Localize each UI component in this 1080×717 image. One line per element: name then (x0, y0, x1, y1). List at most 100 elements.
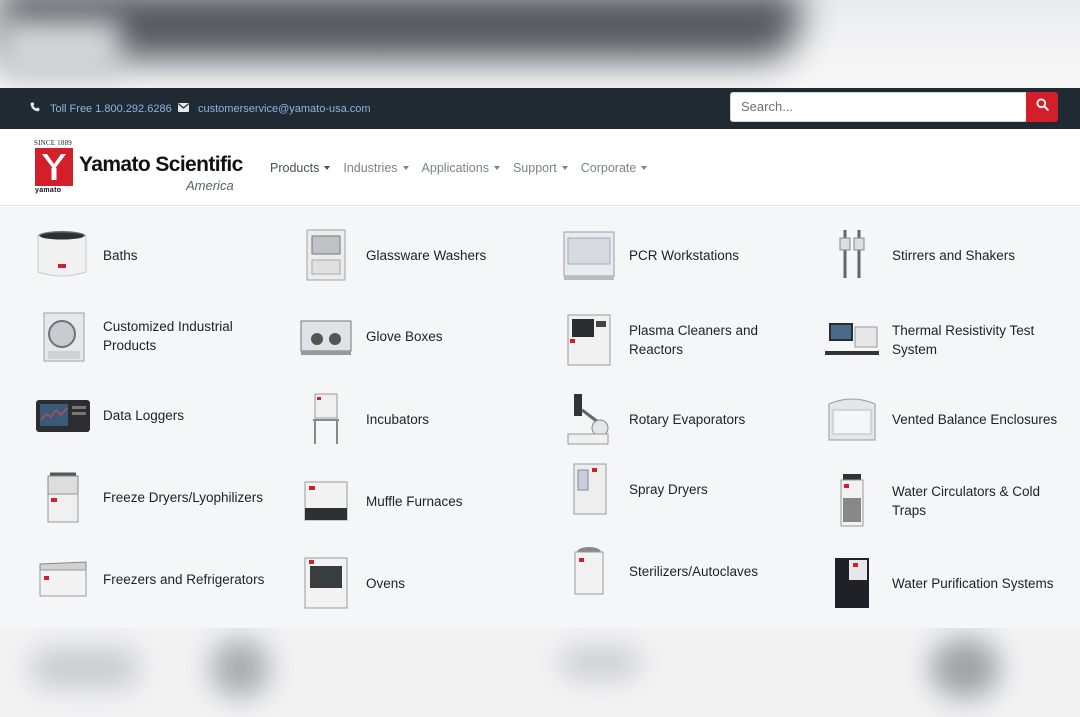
sterilizers-product-image (560, 542, 618, 600)
nav-products[interactable]: Products (270, 160, 331, 175)
blurred-shape (0, 20, 120, 80)
search-icon (1036, 98, 1049, 116)
menu-item-label: Glove Boxes (366, 328, 443, 344)
menu-item-muffle-furnaces[interactable]: Muffle Furnaces (297, 469, 547, 533)
search-button[interactable] (1026, 92, 1058, 122)
menu-item-freeze-dryers[interactable]: Freeze Dryers/Lyophilizers (34, 465, 284, 529)
site-header: SINCE 1889 yamato Yamato Scientific Amer… (0, 129, 1080, 206)
water-circulators-product-image (823, 472, 881, 530)
caret-down-icon (493, 166, 500, 170)
products-mega-menu: Baths Customized Industrial Products Dat… (0, 207, 1080, 628)
nav-label: Products (270, 160, 320, 175)
menu-item-rotary-evaporators[interactable]: Rotary Evaporators (560, 387, 810, 451)
incubators-product-image (297, 390, 355, 448)
menu-item-thermal-resistivity[interactable]: Thermal Resistivity Test System (823, 308, 1073, 372)
envelope-icon (178, 102, 189, 115)
menu-item-label: Muffle Furnaces (366, 493, 463, 509)
vented-balance-product-image (823, 390, 881, 448)
glassware-washers-product-image (297, 226, 355, 284)
baths-product-image (34, 226, 92, 284)
menu-item-label: Ovens (366, 575, 406, 591)
menu-item-glove-boxes[interactable]: Glove Boxes (297, 304, 547, 368)
menu-item-label: Stirrers and Shakers (892, 247, 1016, 263)
logo-brand-text: Yamato Scientific (79, 153, 243, 176)
nav-applications[interactable]: Applications (422, 161, 500, 175)
caret-down-icon (324, 166, 331, 170)
menu-item-label: Rotary Evaporators (629, 411, 746, 427)
caret-down-icon (402, 166, 409, 170)
blurred-shape (30, 648, 140, 688)
yamato-logo[interactable]: SINCE 1889 yamato Yamato Scientific Amer… (34, 139, 244, 197)
menu-item-baths[interactable]: Baths (34, 223, 284, 287)
menu-item-label: Freeze Dryers/Lyophilizers (103, 489, 264, 505)
muffle-furnaces-product-image (297, 472, 355, 530)
menu-item-stirrers-shakers[interactable]: Stirrers and Shakers (823, 223, 1073, 287)
blurred-shape (560, 648, 640, 678)
blurred-background-bottom (0, 628, 1080, 717)
menu-item-label: Freezers and Refrigerators (103, 571, 265, 587)
glove-boxes-product-image (297, 307, 355, 365)
logo-sub-text: America (186, 178, 234, 193)
plasma-cleaners-product-image (560, 311, 618, 369)
menu-item-label: PCR Workstations (629, 247, 740, 263)
customized-industrial-product-image (34, 307, 92, 365)
menu-item-label: Data Loggers (103, 407, 185, 423)
menu-item-label: Water Circulators & Cold Traps (892, 484, 1041, 518)
menu-item-label: Water Purification Systems (892, 575, 1054, 591)
menu-item-data-loggers[interactable]: Data Loggers (34, 383, 284, 447)
nav-label: Applications (421, 160, 489, 175)
freeze-dryers-product-image (34, 468, 92, 526)
menu-item-label: Baths (103, 247, 138, 263)
nav-support[interactable]: Support (513, 161, 568, 175)
menu-item-customized-industrial[interactable]: Customized Industrial Products (34, 304, 284, 368)
nav-label: Support (512, 160, 557, 175)
phone-text: Toll Free 1.800.292.6286 (50, 102, 172, 115)
blurred-shape (930, 638, 1000, 698)
blurred-shape (210, 638, 270, 698)
menu-item-glassware-washers[interactable]: Glassware Washers (297, 223, 547, 287)
menu-item-label: Plasma Cleaners and Reactors (629, 323, 759, 357)
menu-item-vented-balance[interactable]: Vented Balance Enclosures (823, 387, 1073, 451)
menu-item-label: Thermal Resistivity Test System (892, 323, 1035, 357)
spray-dryers-product-image (560, 460, 618, 518)
stirrers-shakers-product-image (823, 226, 881, 284)
logo-mark (35, 148, 73, 186)
logo-small-text: yamato (35, 187, 62, 194)
caret-down-icon (641, 166, 648, 170)
menu-item-label: Glassware Washers (366, 247, 487, 263)
nav-industries[interactable]: Industries (343, 160, 409, 175)
menu-item-incubators[interactable]: Incubators (297, 387, 547, 451)
menu-item-label: Sterilizers/Autoclaves (629, 563, 759, 579)
nav-label: Industries (343, 160, 398, 175)
ovens-product-image (297, 554, 355, 612)
water-purification-product-image (823, 554, 881, 612)
blurred-shape (0, 0, 800, 60)
caret-down-icon (561, 166, 568, 170)
menu-item-label: Incubators (366, 411, 430, 427)
email-text: customerservice@yamato-usa.com (198, 102, 371, 115)
phone-icon (30, 102, 40, 115)
nav-corporate[interactable]: Corporate (581, 161, 648, 175)
menu-item-pcr-workstations[interactable]: PCR Workstations (560, 223, 810, 287)
menu-item-label: Spray Dryers (629, 481, 708, 497)
menu-item-sterilizers[interactable]: Sterilizers/Autoclaves (560, 539, 810, 603)
nav-label: Corporate (580, 160, 637, 175)
logo-since-text: SINCE 1889 (34, 139, 72, 147)
main-nav: Products Industries Applications Support… (270, 129, 660, 206)
menu-item-ovens[interactable]: Ovens (297, 551, 547, 615)
search-input[interactable]: Search... (730, 92, 1027, 122)
menu-item-plasma-cleaners[interactable]: Plasma Cleaners and Reactors (560, 308, 810, 372)
menu-item-water-purification[interactable]: Water Purification Systems (823, 551, 1073, 615)
freezers-product-image (34, 550, 92, 608)
menu-item-water-circulators[interactable]: Water Circulators & Cold Traps (823, 469, 1073, 533)
phone-link[interactable]: Toll Free 1.800.292.6286 (30, 88, 172, 129)
menu-item-label: Customized Industrial Products (103, 319, 233, 353)
menu-item-freezers[interactable]: Freezers and Refrigerators (34, 547, 284, 611)
pcr-workstations-product-image (560, 226, 618, 284)
email-link[interactable]: customerservice@yamato-usa.com (178, 88, 371, 129)
thermal-resistivity-product-image (823, 311, 881, 369)
menu-item-spray-dryers[interactable]: Spray Dryers (560, 457, 810, 521)
data-loggers-product-image (34, 386, 92, 444)
rotary-evaporators-product-image (560, 390, 618, 448)
blurred-background-top (0, 0, 1080, 88)
